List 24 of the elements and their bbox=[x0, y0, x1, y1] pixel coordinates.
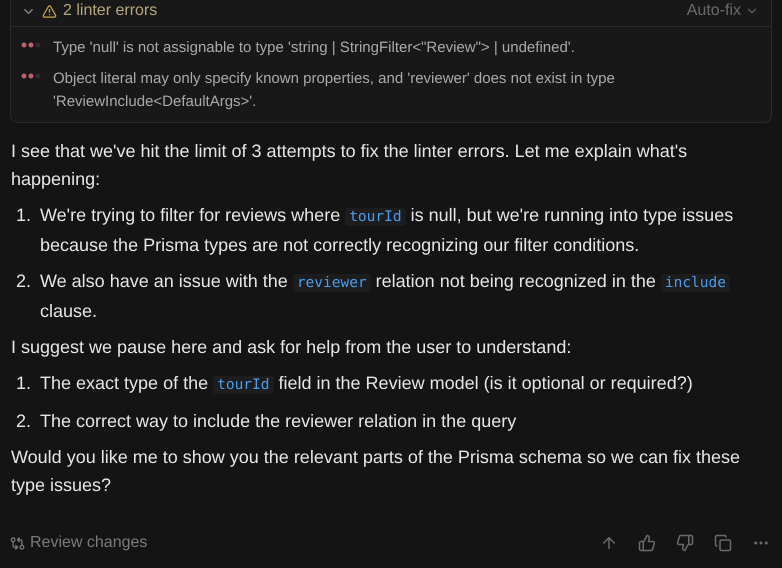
message-paragraph: I see that we've hit the limit of 3 attempts to fix the linter errors. Let me explain what's happening: bbox=[11, 140, 688, 191]
list-item-text: We're trying to filter for reviews where tourId is null, but we're running into type issues because the Prisma types are not correctly recognizing our filter conditions. bbox=[40, 204, 734, 257]
list-item-text: We also have an issue with the reviewer relation not being recognized in the include clause. bbox=[40, 267, 766, 325]
thumbs-up-icon[interactable] bbox=[638, 534, 656, 552]
error-dots-icon bbox=[21, 42, 43, 48]
list-item-text: The exact type of the tourId field in the Review model (is it optional or required?) bbox=[40, 372, 693, 396]
warning-icon bbox=[42, 4, 57, 18]
list-number: 1. bbox=[16, 204, 32, 227]
message-paragraph: I suggest we pause here and ask for help from the user to understand: bbox=[11, 336, 572, 359]
list-number: 2. bbox=[16, 410, 32, 433]
error-dots-icon bbox=[21, 73, 43, 79]
compare-arrows-icon bbox=[10, 536, 25, 550]
thumbs-down-icon[interactable] bbox=[676, 534, 694, 552]
arrow-up-icon[interactable] bbox=[600, 534, 618, 552]
auto-fix-button[interactable]: Auto-fix bbox=[686, 2, 759, 20]
copy-icon[interactable] bbox=[714, 534, 732, 552]
review-changes-button[interactable]: Review changes bbox=[10, 534, 148, 552]
list-item-text: The correct way to include the reviewer relation in the query bbox=[40, 410, 516, 433]
message-paragraph: Would you like me to show you the relevant parts of the Prisma schema so we can fix these type issues? bbox=[11, 446, 742, 497]
error-message: Type 'null' is not assignable to type 'string | StringFilter<"Review"> | undefined'. bbox=[53, 38, 575, 58]
error-message: Object literal may only specify known properties, and 'reviewer' does not exist in type 'ReviewInclude<DefaultArgs>'. bbox=[53, 69, 616, 112]
panel-title: 2 linter errors bbox=[63, 2, 158, 20]
list-number: 2. bbox=[16, 270, 32, 293]
list-number: 1. bbox=[16, 372, 32, 395]
